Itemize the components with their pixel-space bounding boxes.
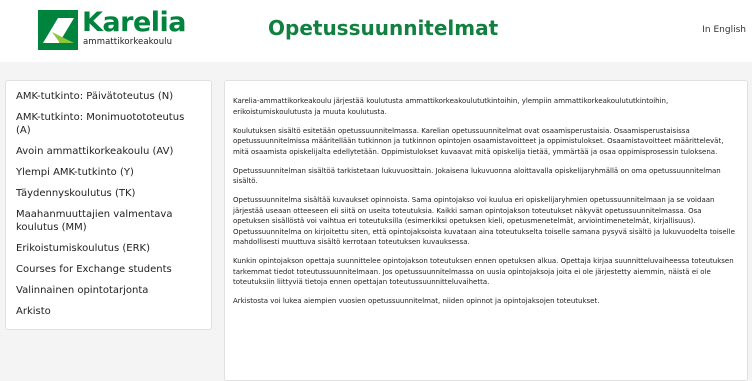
intro-paragraph: Opetussuunnitelman sisältöä tarkistetaan…: [233, 166, 721, 186]
intro-paragraph: Arkistosta voi lukea aiempien vuosien op…: [233, 297, 600, 305]
intro-paragraph: Koulutuksen sisältö esitetään opetussuun…: [233, 126, 724, 156]
sidebar-item-valinnainen-opintotarjonta[interactable]: Valinnainen opintotarjonta: [6, 280, 211, 301]
sidebar-item-amk-paivatoteutus[interactable]: AMK-tutkinto: Päivätoteutus (N): [6, 86, 211, 107]
sidebar-item-taydennyskoulutus[interactable]: Täydennyskoulutus (TK): [6, 183, 211, 204]
site-header: Karelia ammattikorkeakoulu Opetussuunnit…: [0, 0, 752, 62]
sidebar-item-exchange-courses[interactable]: Courses for Exchange students: [6, 259, 211, 280]
intro-paragraph: Karelia-ammattikorkeakoulu järjestää kou…: [233, 97, 669, 116]
page-title: Opetussuunnitelmat: [268, 16, 499, 40]
sidebar-item-erikoistumiskoulutus[interactable]: Erikoistumiskoulutus (ERK): [6, 238, 211, 259]
logo-wordmark: Karelia: [82, 7, 187, 38]
sidebar-item-arkisto[interactable]: Arkisto: [6, 301, 211, 322]
sidebar-item-amk-monimuotototeutus[interactable]: AMK-tutkinto: Monimuotototeutus (A): [6, 107, 211, 141]
sidebar-item-avoin-amk[interactable]: Avoin ammattikorkeakoulu (AV): [6, 141, 211, 162]
karelia-logo[interactable]: Karelia ammattikorkeakoulu: [38, 7, 187, 50]
sidebar-item-maahanmuuttajien-koulutus[interactable]: Maahanmuuttajien valmentava koulutus (MM…: [6, 204, 211, 238]
intro-paragraph: Opetussuunnitelma sisältää kuvaukset opi…: [233, 196, 735, 246]
sidebar-item-ylempi-amk[interactable]: Ylempi AMK-tutkinto (Y): [6, 162, 211, 183]
curriculum-sidebar: AMK-tutkinto: Päivätoteutus (N) AMK-tutk…: [5, 80, 212, 330]
logo-subtitle: ammattikorkeakoulu: [83, 37, 173, 47]
intro-paragraph: Kunkin opintojakson opettaja suunnittele…: [233, 257, 734, 286]
karelia-k-logo-icon: [38, 10, 78, 50]
language-switch-link[interactable]: In English: [702, 25, 746, 35]
intro-content-panel: Karelia-ammattikorkeakoulu järjestää kou…: [224, 80, 748, 381]
